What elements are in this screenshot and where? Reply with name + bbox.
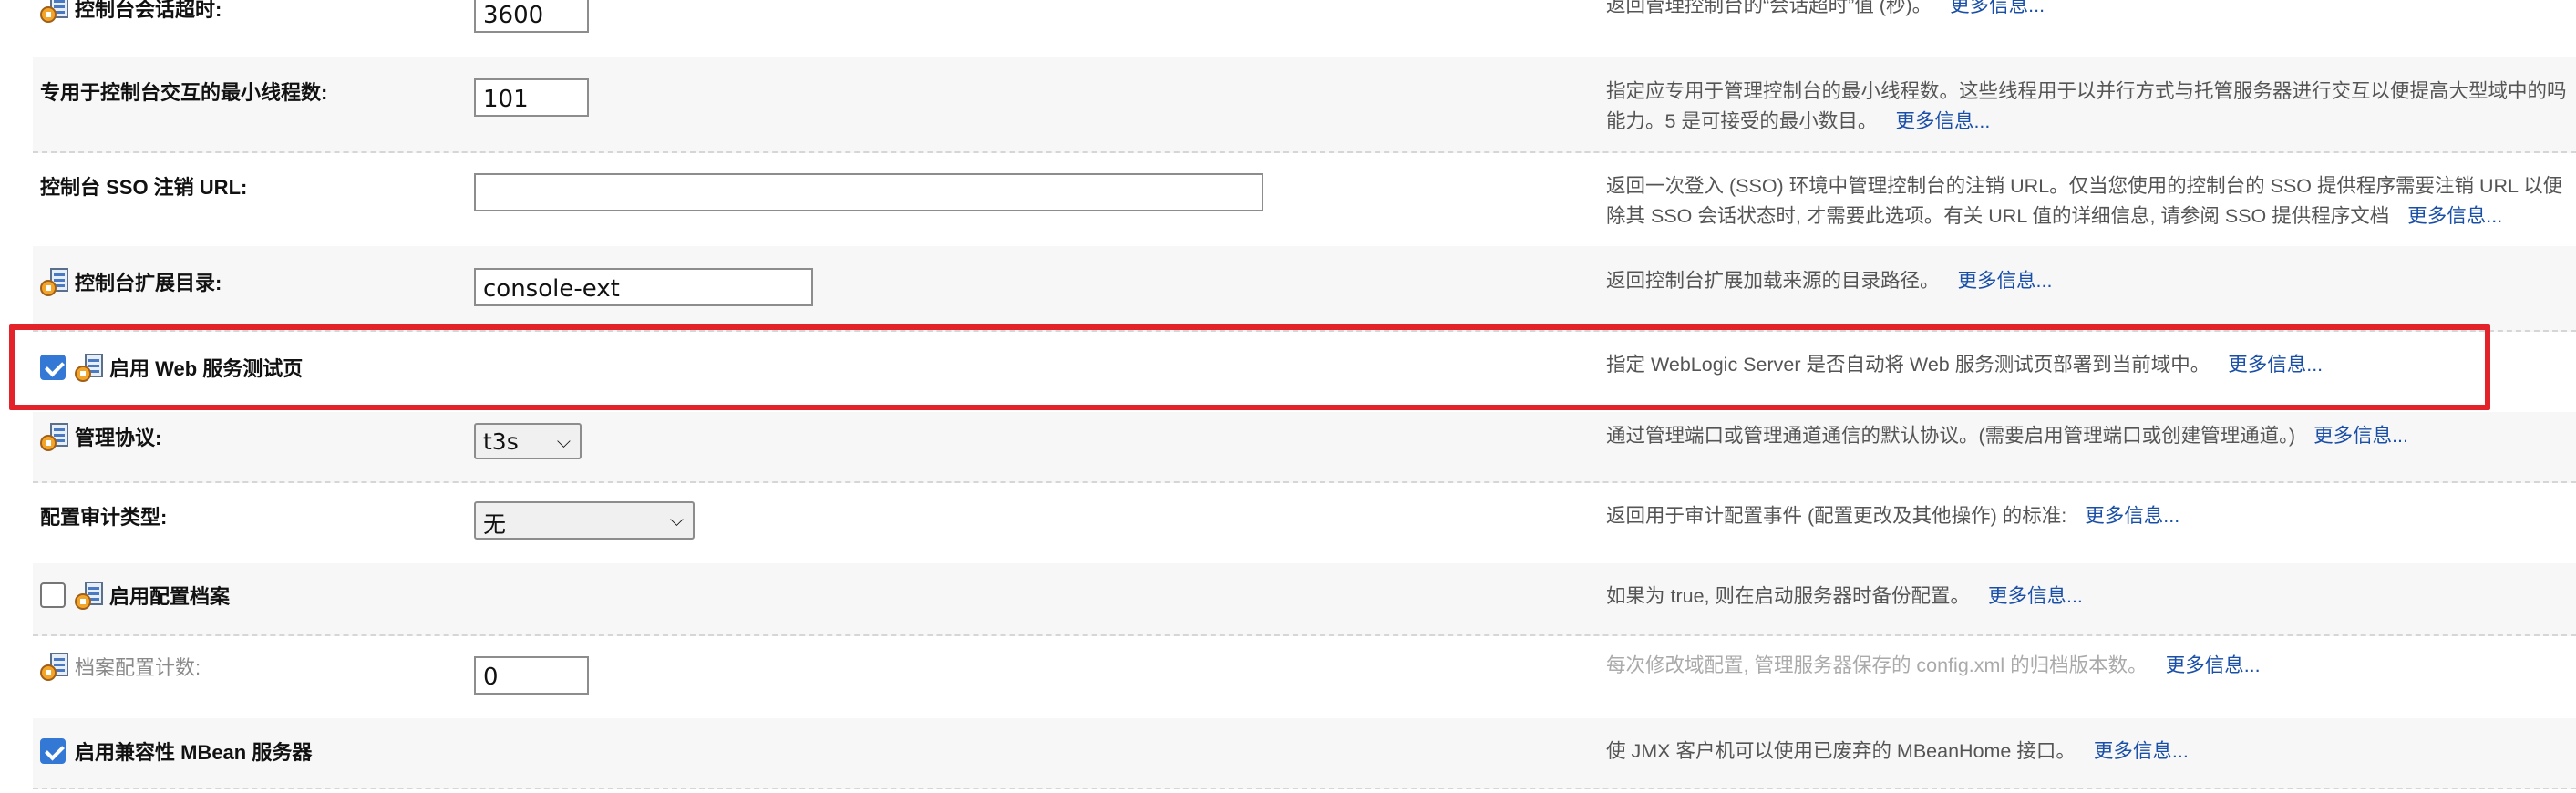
more-info-link[interactable]: 更多信息...: [2085, 505, 2179, 527]
field-description: 指定应专用于管理控制台的最小线程数。这些线程用于以并行方式与托管服务器进行交互以…: [1606, 80, 2567, 132]
session-timeout-input[interactable]: 3600: [474, 0, 589, 33]
row-console-sso-logout-url: 控制台 SSO 注销 URL: 返回一次登入 (SSO) 环境中管理控制台的注销…: [33, 151, 2576, 248]
more-info-link[interactable]: 更多信息...: [2407, 205, 2502, 227]
row-enable-config-archive: 启用配置档案 如果为 true, 则在启动服务器时备份配置。 更多信息...: [33, 563, 2576, 636]
console-ext-dir-input[interactable]: console-ext: [474, 268, 813, 306]
archive-count-input[interactable]: 0: [474, 656, 589, 695]
row-console-extension-dir: 控制台扩展目录: console-ext 返回控制台扩展加载来源的目录路径。 更多…: [33, 246, 2576, 332]
more-info-link[interactable]: 更多信息...: [2094, 740, 2189, 762]
field-description: 返回一次登入 (SSO) 环境中管理控制台的注销 URL。仅当您使用的控制台的 …: [1606, 175, 2563, 227]
compat-mbean-server-checkbox[interactable]: [40, 738, 66, 764]
more-info-link[interactable]: 更多信息...: [1895, 110, 1990, 132]
row-archive-config-count: 档案配置计数: 0 每次修改域配置, 管理服务器保存的 config.xml 的…: [33, 634, 2576, 720]
settings-form: 控制台会话超时: 3600 返回管理控制台的“会话超时”值 (秒)。 更多信息..…: [0, 0, 2576, 793]
more-info-link[interactable]: 更多信息...: [2313, 425, 2408, 447]
config-audit-type-select[interactable]: 无 ⌵: [474, 501, 695, 540]
row-compat-mbean-server: 启用兼容性 MBean 服务器 使 JMX 客户机可以使用已废弃的 MBeanH…: [33, 718, 2576, 789]
label-text: 专用于控制台交互的最小线程数:: [40, 81, 328, 104]
field-label: 专用于控制台交互的最小线程数:: [40, 77, 327, 106]
field-label: 控制台会话超时:: [40, 0, 222, 24]
field-description: 返回控制台扩展加载来源的目录路径。 更多信息...: [1606, 270, 2053, 292]
row-admin-protocol: 管理协议: t3s ⌵ 通过管理端口或管理通道通信的默认协议。(需要启用管理端口…: [33, 412, 2576, 483]
config-lock-icon: [40, 423, 68, 451]
field-description: 如果为 true, 则在启动服务器时备份配置。 更多信息...: [1606, 585, 2083, 607]
enable-config-archive-checkbox[interactable]: [40, 582, 66, 608]
field-description: 每次修改域配置, 管理服务器保存的 config.xml 的归档版本数。 更多信息…: [1606, 654, 2261, 676]
more-info-link[interactable]: 更多信息...: [2166, 654, 2261, 676]
label-text: 管理协议:: [75, 427, 162, 449]
field-label: 启用配置档案: [40, 580, 230, 611]
field-description: 返回用于审计配置事件 (配置更改及其他操作) 的标准: 更多信息...: [1606, 505, 2180, 527]
label-text: 启用配置档案: [109, 585, 231, 608]
label-text: 档案配置计数:: [75, 656, 201, 679]
more-info-link[interactable]: 更多信息...: [1988, 585, 2083, 607]
more-info-link[interactable]: 更多信息...: [1958, 270, 2053, 292]
field-description: 通过管理端口或管理通道通信的默认协议。(需要启用管理端口或创建管理通道。) 更多信…: [1606, 425, 2408, 447]
more-info-link[interactable]: 更多信息...: [1950, 0, 2045, 16]
field-label: 管理协议:: [40, 421, 161, 452]
chevron-down-icon: ⌵: [556, 430, 571, 452]
label-text: 配置审计类型:: [40, 506, 168, 529]
label-text: 启用兼容性 MBean 服务器: [75, 741, 313, 764]
row-min-console-threads: 专用于控制台交互的最小线程数: 101 指定应专用于管理控制台的最小线程数。这些…: [33, 57, 2576, 153]
min-threads-input[interactable]: 101: [474, 78, 589, 117]
config-lock-icon: [40, 0, 68, 23]
row-console-session-timeout: 控制台会话超时: 3600 返回管理控制台的“会话超时”值 (秒)。 更多信息..…: [33, 0, 2576, 58]
highlight-box: [9, 324, 2490, 410]
field-label: 控制台 SSO 注销 URL:: [40, 171, 247, 201]
config-lock-icon: [40, 268, 68, 296]
field-label: 控制台扩展目录:: [40, 266, 222, 297]
config-lock-icon: [75, 582, 103, 610]
field-description: 使 JMX 客户机可以使用已废弃的 MBeanHome 接口。 更多信息...: [1606, 740, 2189, 762]
admin-protocol-select[interactable]: t3s ⌵: [474, 423, 582, 459]
label-text: 控制台扩展目录:: [75, 272, 222, 294]
field-description: 返回管理控制台的“会话超时”值 (秒)。 更多信息...: [1606, 0, 2576, 21]
field-label: 档案配置计数:: [40, 651, 201, 682]
config-lock-icon: [40, 653, 68, 681]
row-config-audit-type: 配置审计类型: 无 ⌵ 返回用于审计配置事件 (配置更改及其他操作) 的标准: 更…: [33, 481, 2576, 565]
field-label: 启用兼容性 MBean 服务器: [40, 736, 312, 766]
field-label: 配置审计类型:: [40, 501, 167, 530]
label-text: 控制台会话超时:: [75, 0, 222, 21]
chevron-down-icon: ⌵: [669, 509, 684, 530]
sso-logout-url-input[interactable]: [474, 173, 1263, 211]
label-text: 控制台 SSO 注销 URL:: [40, 176, 248, 199]
